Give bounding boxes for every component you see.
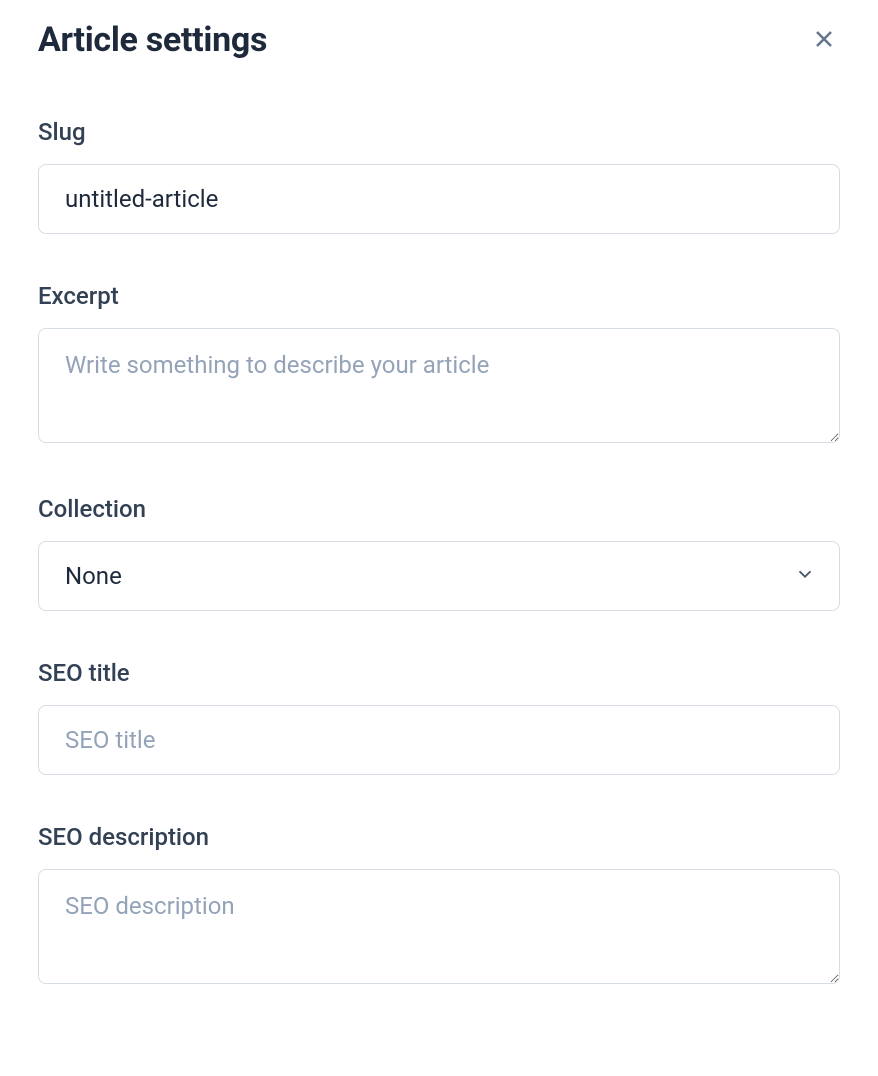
seo-title-field-group: SEO title <box>38 659 840 775</box>
seo-description-textarea[interactable] <box>38 869 840 984</box>
excerpt-textarea[interactable] <box>38 328 840 443</box>
collection-select[interactable]: None <box>38 541 840 611</box>
close-icon <box>812 27 836 54</box>
collection-field-group: Collection None <box>38 495 840 611</box>
seo-description-field-group: SEO description <box>38 823 840 988</box>
collection-label: Collection <box>38 495 840 523</box>
excerpt-field-group: Excerpt <box>38 282 840 447</box>
slug-label: Slug <box>38 118 840 146</box>
slug-input[interactable] <box>38 164 840 234</box>
close-button[interactable] <box>808 23 840 58</box>
excerpt-label: Excerpt <box>38 282 840 310</box>
seo-title-input[interactable] <box>38 705 840 775</box>
seo-title-label: SEO title <box>38 659 840 687</box>
panel-header: Article settings <box>38 20 840 60</box>
collection-select-wrapper: None <box>38 541 840 611</box>
slug-field-group: Slug <box>38 118 840 234</box>
seo-description-label: SEO description <box>38 823 840 851</box>
panel-title: Article settings <box>38 20 267 60</box>
